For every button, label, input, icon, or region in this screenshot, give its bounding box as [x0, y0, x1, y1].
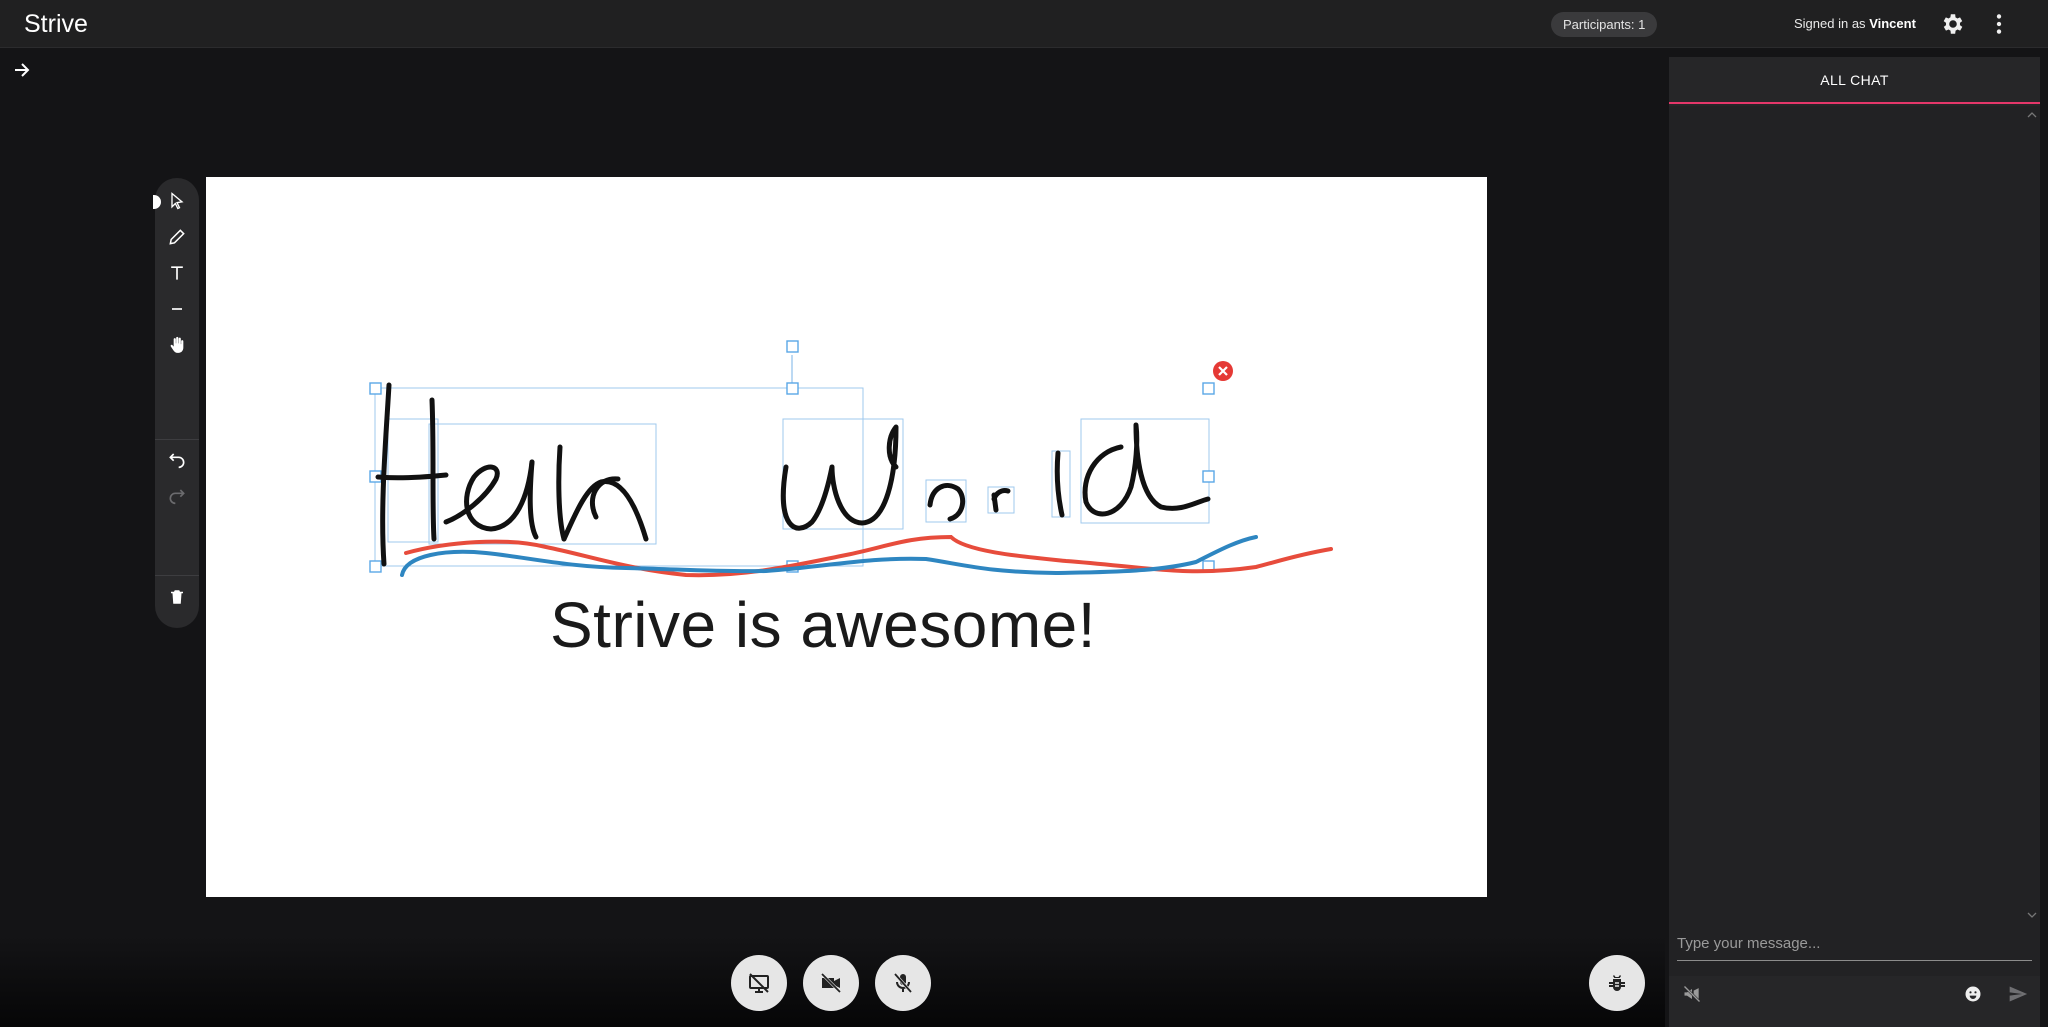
- top-bar: Strive Participants: 1 Signed in as Vinc…: [0, 0, 2048, 48]
- resize-handle: [369, 560, 382, 573]
- whiteboard-drawing: [369, 340, 1333, 578]
- send-icon[interactable]: [2007, 983, 2029, 1005]
- video-off-icon[interactable]: [803, 955, 859, 1011]
- resize-handle: [1202, 470, 1215, 483]
- chat-message-list[interactable]: [1669, 106, 2040, 976]
- redo-icon[interactable]: [163, 481, 191, 509]
- toolbar-divider: [155, 575, 199, 576]
- chat-message-input[interactable]: [1677, 927, 2032, 961]
- mic-off-icon[interactable]: [875, 955, 931, 1011]
- pencil-icon[interactable]: [163, 223, 191, 251]
- signed-in-prefix: Signed in as: [1794, 16, 1866, 31]
- board-caption[interactable]: Strive is awesome!: [543, 588, 1103, 662]
- line-icon[interactable]: [163, 295, 191, 323]
- participants-badge[interactable]: Participants: 1: [1551, 12, 1658, 37]
- app-title: Strive: [24, 10, 88, 38]
- resize-handle: [1202, 382, 1215, 395]
- active-tool-indicator: [153, 195, 161, 209]
- selection-box: [428, 423, 657, 545]
- red-stroke: [404, 534, 1333, 578]
- delete-selection-icon: [1213, 361, 1233, 381]
- whiteboard-canvas[interactable]: Strive is awesome!: [206, 177, 1487, 897]
- user-name: Vincent: [1869, 16, 1916, 31]
- signed-in-label: Signed in as Vincent: [1794, 16, 1916, 31]
- handwriting-strokes: [375, 382, 1211, 567]
- gear-icon[interactable]: [1940, 11, 1966, 37]
- resize-handle: [786, 382, 799, 395]
- scroll-up-icon[interactable]: [2027, 107, 2037, 118]
- toolbar-divider: [155, 439, 199, 440]
- screen-share-off-icon[interactable]: [731, 955, 787, 1011]
- select-pointer-icon[interactable]: [163, 187, 191, 215]
- drawing-toolbar: [153, 178, 199, 628]
- undo-icon[interactable]: [163, 445, 191, 473]
- arrow-right-icon[interactable]: [10, 58, 34, 82]
- chat-panel: ALL CHAT: [1669, 57, 2040, 1027]
- megaphone-icon[interactable]: [1681, 983, 1703, 1005]
- text-icon[interactable]: [163, 259, 191, 287]
- bug-report-icon[interactable]: [1589, 955, 1645, 1011]
- tab-all-chat[interactable]: ALL CHAT: [1669, 57, 2040, 104]
- emoji-icon[interactable]: [1962, 983, 1984, 1005]
- scroll-down-icon[interactable]: [2027, 907, 2037, 918]
- trash-icon[interactable]: [163, 583, 191, 611]
- resize-handle: [369, 382, 382, 395]
- more-vert-icon[interactable]: [1986, 11, 2012, 37]
- hand-pan-icon[interactable]: [163, 331, 191, 359]
- rotate-handle: [786, 340, 799, 353]
